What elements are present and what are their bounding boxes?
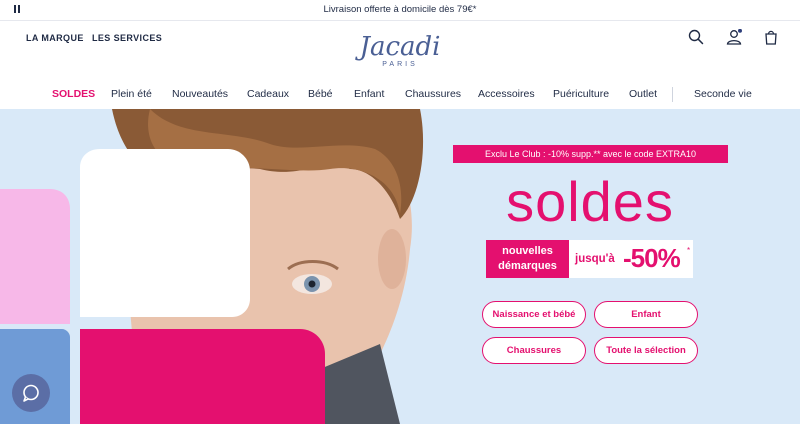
nav-item-cadeaux[interactable]: Cadeaux bbox=[247, 88, 289, 100]
discount-asterisk: * bbox=[687, 246, 691, 255]
discount-box: jusqu'à -50% * bbox=[569, 240, 693, 278]
nouvelles-line2: démarques bbox=[498, 260, 557, 272]
jusqua-text: jusqu'à bbox=[575, 253, 615, 265]
nav-item-bebe[interactable]: Bébé bbox=[308, 88, 333, 100]
chat-bubble-icon bbox=[23, 384, 39, 402]
category-button-enfant[interactable]: Enfant bbox=[594, 301, 698, 328]
logo-sub-text: PARIS bbox=[382, 61, 418, 68]
nav-item-accessoires[interactable]: Accessoires bbox=[478, 88, 535, 100]
announcement-text: Livraison offerte à domicile dès 79€* bbox=[323, 4, 477, 15]
nav-item-puericulture[interactable]: Puériculture bbox=[553, 88, 609, 100]
nav-item-nouveautes[interactable]: Nouveautés bbox=[172, 88, 228, 100]
nouvelles-line1: nouvelles bbox=[502, 245, 553, 257]
hero-banner[interactable]: Exclu Le Club : -10% supp.** avec le cod… bbox=[0, 109, 800, 424]
cart-icon[interactable] bbox=[763, 29, 779, 45]
site-header: LA MARQUE LES SERVICES Jacadi PARIS bbox=[0, 21, 800, 81]
category-button-toute-selection[interactable]: Toute la sélection bbox=[594, 337, 698, 364]
nav-item-soldes[interactable]: SOLDES bbox=[52, 88, 95, 100]
header-link-la-marque[interactable]: LA MARQUE bbox=[26, 33, 84, 43]
chat-button[interactable] bbox=[12, 374, 50, 412]
category-button-chaussures[interactable]: Chaussures bbox=[482, 337, 586, 364]
notification-dot-icon bbox=[738, 29, 742, 33]
nav-divider bbox=[672, 87, 673, 102]
logo-brand-text: Jacadi bbox=[355, 32, 440, 62]
nav-item-enfant[interactable]: Enfant bbox=[354, 88, 384, 100]
header-link-les-services[interactable]: LES SERVICES bbox=[92, 33, 162, 43]
discount-percent: -50% bbox=[623, 243, 681, 273]
nav-item-outlet[interactable]: Outlet bbox=[629, 88, 657, 100]
nav-item-plein-ete[interactable]: Plein été bbox=[111, 88, 152, 100]
hero-title: soldes bbox=[506, 170, 674, 233]
announcement-bar: Livraison offerte à domicile dès 79€* bbox=[0, 0, 800, 21]
nouvelles-demarques-label: nouvelles démarques bbox=[486, 240, 569, 278]
jacadi-logo[interactable]: Jacadi PARIS bbox=[355, 29, 445, 69]
nav-item-chaussures[interactable]: Chaussures bbox=[405, 88, 461, 100]
main-nav: SOLDES Plein été Nouveautés Cadeaux Bébé… bbox=[0, 81, 800, 109]
category-button-naissance-bebe[interactable]: Naissance et bébé bbox=[482, 301, 586, 328]
nav-item-seconde-vie[interactable]: Seconde vie bbox=[694, 88, 752, 100]
account-icon[interactable] bbox=[726, 29, 742, 45]
promo-code-badge: Exclu Le Club : -10% supp.** avec le cod… bbox=[453, 145, 728, 163]
search-icon[interactable] bbox=[688, 29, 704, 45]
